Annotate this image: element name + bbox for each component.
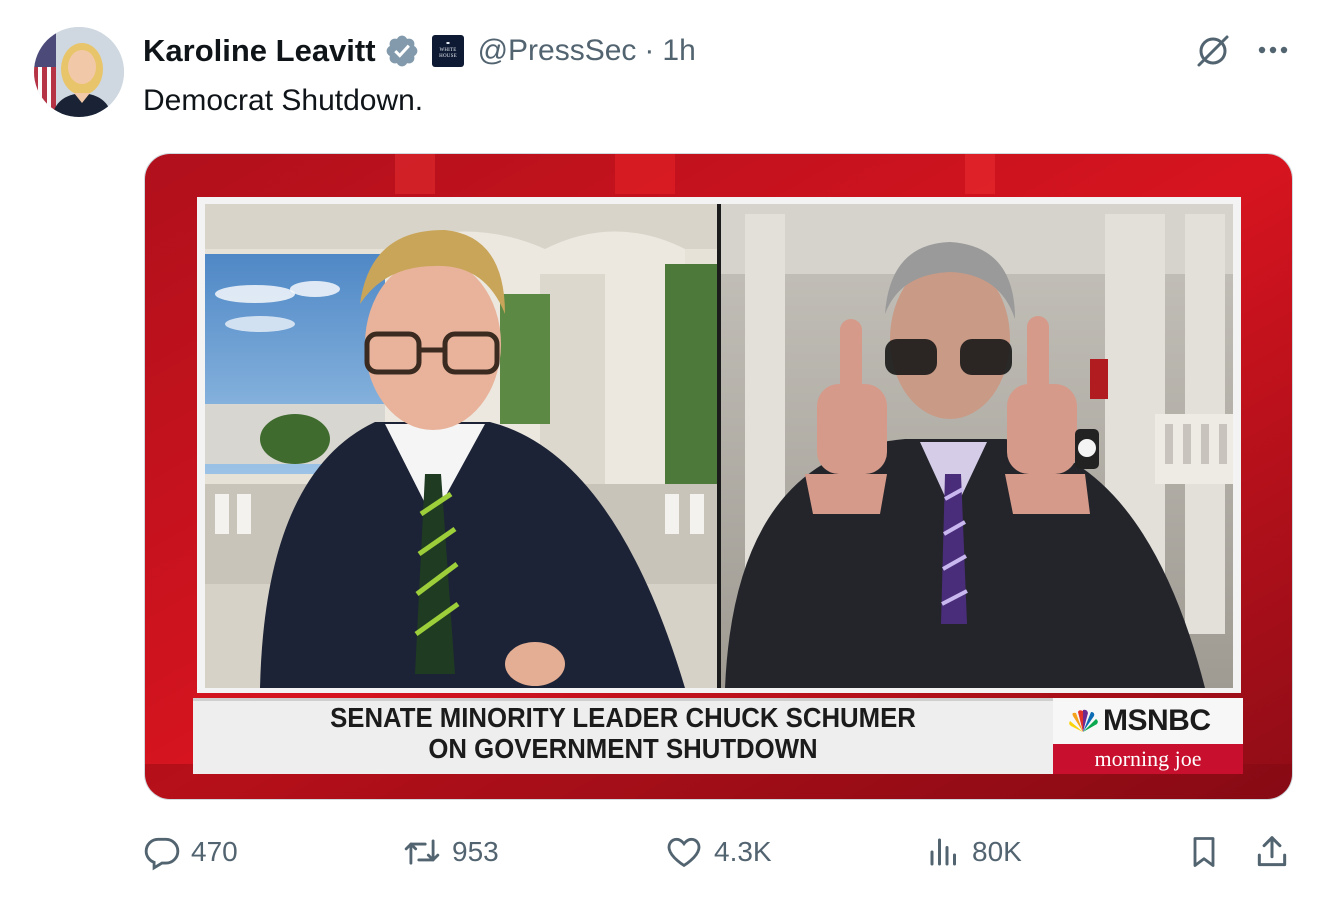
- chyron-line-1: SENATE MINORITY LEADER CHUCK SCHUMER: [330, 702, 916, 733]
- author-name[interactable]: Karoline Leavitt: [143, 33, 376, 69]
- repost-button[interactable]: 953: [402, 832, 499, 872]
- reply-button[interactable]: 470: [143, 832, 238, 872]
- repost-icon: [402, 833, 442, 871]
- more-options-icon[interactable]: [1253, 34, 1293, 66]
- separator-dot: ·: [644, 34, 655, 67]
- bookmark-button[interactable]: [1186, 832, 1222, 872]
- author-handle[interactable]: @PressSec: [478, 34, 637, 68]
- reply-count: 470: [191, 836, 238, 867]
- views-button[interactable]: 80K: [926, 832, 1022, 872]
- show-name: morning joe: [1094, 746, 1202, 771]
- views-icon: [926, 833, 962, 871]
- tweet-header: Karoline Leavitt WHITE HOUSE @PressSec ·…: [143, 30, 696, 72]
- reply-icon: [143, 833, 181, 871]
- svg-text:HOUSE: HOUSE: [439, 54, 457, 59]
- avatar[interactable]: [34, 27, 124, 117]
- like-count: 4.3K: [714, 836, 772, 867]
- tweet-text: Democrat Shutdown.: [143, 84, 424, 117]
- bookmark-icon: [1186, 832, 1222, 872]
- like-icon: [664, 833, 704, 871]
- chyron-line-2: ON GOVERNMENT SHUTDOWN: [428, 733, 818, 764]
- timestamp[interactable]: 1h: [662, 34, 695, 68]
- tweet-media-video[interactable]: SENATE MINORITY LEADER CHUCK SCHUMER ON …: [144, 153, 1293, 800]
- repost-count: 953: [452, 836, 499, 867]
- white-house-badge-icon[interactable]: WHITE HOUSE: [431, 35, 464, 67]
- action-bar: 470 953 4.3K 80K: [0, 822, 1328, 882]
- share-button[interactable]: [1253, 832, 1291, 872]
- verified-check-icon[interactable]: [384, 33, 420, 69]
- network-logo: MSNBC: [1103, 704, 1211, 737]
- share-icon: [1253, 832, 1291, 872]
- grok-icon[interactable]: [1193, 30, 1233, 70]
- chyron: SENATE MINORITY LEADER CHUCK SCHUMER ON …: [227, 702, 1018, 772]
- views-count: 80K: [972, 836, 1022, 867]
- like-button[interactable]: 4.3K: [664, 832, 772, 872]
- svg-text:WHITE: WHITE: [439, 48, 456, 53]
